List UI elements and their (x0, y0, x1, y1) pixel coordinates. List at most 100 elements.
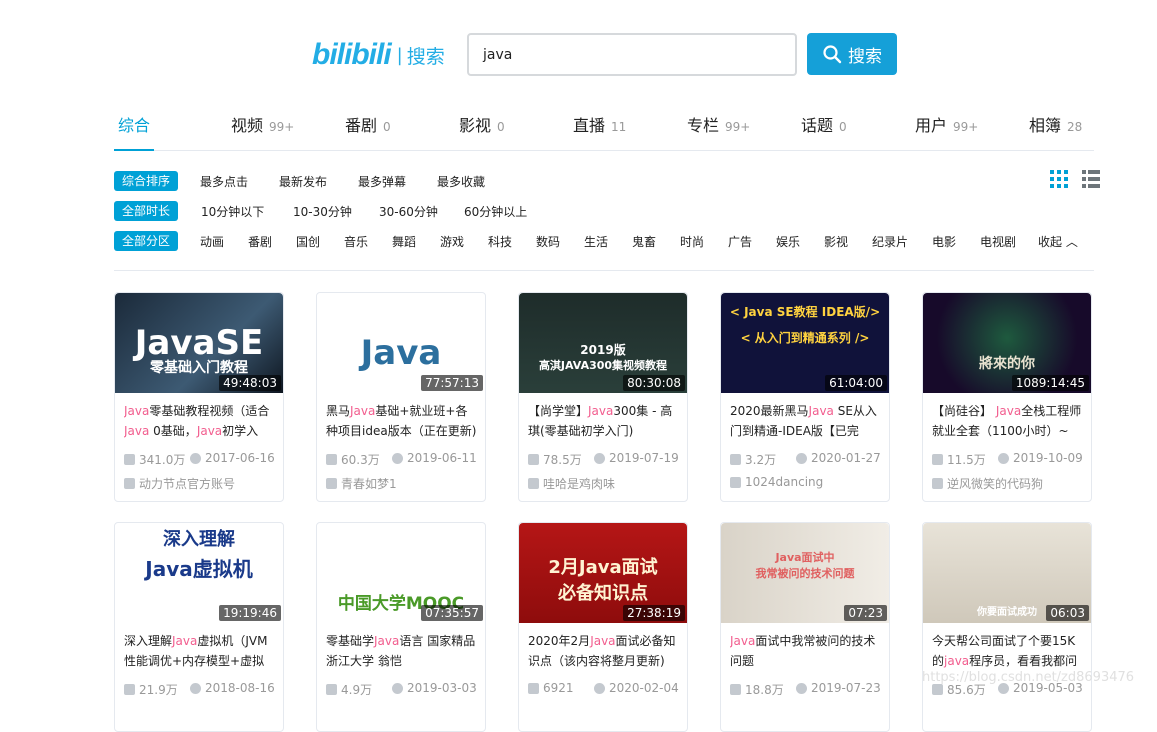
zone-option[interactable]: 生活 (584, 233, 608, 250)
zone-option[interactable]: 番剧 (248, 233, 272, 250)
zone-option[interactable]: 国创 (296, 233, 320, 250)
zone-option[interactable]: 科技 (488, 233, 512, 250)
uploader-name: 1024dancing (745, 475, 824, 489)
tab-topic[interactable]: 话题 0 (801, 112, 847, 136)
video-title[interactable]: 深入理解Java虚拟机（JVM性能调优+内存模型+虚拟机 (124, 631, 276, 671)
video-card[interactable]: 你要面试成功 06:03 今天帮公司面试了个要15K的java程序员，看看我都问 85… (922, 522, 1092, 732)
thumbnail-subcaption: 我常被问的技术问题 (755, 567, 855, 580)
upload-date: 2019-07-23 (796, 681, 881, 695)
tab-bangumi[interactable]: 番剧 0 (345, 112, 391, 136)
upload-date-value: 2020-01-27 (811, 451, 881, 465)
title-text: 零基础教程视频（适合 (149, 404, 270, 418)
video-title[interactable]: 【尚硅谷】 Java全栈工程师 就业全套（1100小时）~ (932, 401, 1084, 441)
duration-option[interactable]: 60分钟以上 (464, 203, 527, 220)
video-thumbnail[interactable]: 中国大学MOOC 07:35:57 (317, 523, 485, 623)
result-type-tabs: 综合 视频 99+ 番剧 0 影视 0 直播 11 专栏 99+ 话题 0 用户 99+ 相簿… (114, 106, 1094, 151)
video-card[interactable]: < Java SE教程 IDEA版/> < 从入门到精通系列 /> 61:04:00… (720, 292, 890, 502)
user-icon (730, 476, 741, 488)
zone-option[interactable]: 纪录片 (872, 233, 908, 250)
video-thumbnail[interactable]: Java面试中 我常被问的技术问题 07:23 (721, 523, 889, 623)
zone-option[interactable]: 舞蹈 (392, 233, 416, 250)
tab-album[interactable]: 相簿 28 (1029, 112, 1082, 136)
tab-video[interactable]: 视频 99+ (231, 112, 294, 136)
zone-option[interactable]: 游戏 (440, 233, 464, 250)
zone-collapse-toggle[interactable]: 收起 ︿ (1038, 233, 1078, 250)
list-view-icon[interactable] (1082, 170, 1100, 188)
zone-option[interactable]: 时尚 (680, 233, 704, 250)
zone-option[interactable]: 影视 (824, 233, 848, 250)
zone-filter-active[interactable]: 全部分区 (114, 231, 179, 251)
video-title[interactable]: 【尚学堂】Java300集 - 高琪(零基础初学入门) (528, 401, 680, 441)
zone-option[interactable]: 广告 (728, 233, 752, 250)
duration-option[interactable]: 30-60分钟 (379, 203, 438, 220)
video-title[interactable]: 零基础学Java语言 国家精品 浙江大学 翁恺 (326, 631, 478, 671)
duration-option[interactable]: 10分钟以下 (201, 203, 264, 220)
search-button[interactable]: 搜索 (807, 33, 897, 75)
play-count: 341.0万 (124, 451, 185, 468)
zone-option[interactable]: 音乐 (344, 233, 368, 250)
video-title[interactable]: Java零基础教程视频（适合Java 0基础，Java初学入 (124, 401, 276, 441)
uploader[interactable]: 逆风微笑的代码狗 (932, 475, 1043, 492)
tab-article[interactable]: 专栏 99+ (687, 112, 750, 136)
play-count: 4.9万 (326, 681, 372, 698)
video-thumbnail[interactable]: 將來的你 1089:14:45 (923, 293, 1091, 393)
video-title[interactable]: 2020最新黑马Java SE从入门到精通-IDEA版【已完 (730, 401, 882, 441)
keyword-highlight: Java (808, 404, 834, 418)
zone-option[interactable]: 娱乐 (776, 233, 800, 250)
zone-option[interactable]: 鬼畜 (632, 233, 656, 250)
play-count: 6921 (528, 681, 574, 695)
video-card[interactable]: 2月Java面试 必备知识点 27:38:19 2020年2月Java面试必备知识点（… (518, 522, 688, 732)
play-count-value: 4.9万 (341, 683, 373, 697)
video-title[interactable]: 2020年2月Java面试必备知识点（该内容将整月更新) (528, 631, 680, 671)
video-title[interactable]: Java面试中我常被问的技术问题 (730, 631, 882, 671)
video-thumbnail[interactable]: 2019版 高淇JAVA300集视频教程 80:30:08 (519, 293, 687, 393)
duration-filter-active[interactable]: 全部时长 (114, 201, 179, 221)
bilibili-logo[interactable]: bilibili | 搜索 (312, 38, 445, 72)
play-count-value: 3.2万 (745, 453, 777, 467)
upload-date: 2020-02-04 (594, 681, 679, 695)
uploader[interactable]: 青春如梦1 (326, 475, 397, 492)
zone-option[interactable]: 数码 (536, 233, 560, 250)
search-input[interactable]: java (467, 33, 797, 76)
video-title[interactable]: 黑马Java基础+就业班+各种项目idea版本（正在更新) (326, 401, 478, 441)
uploader[interactable]: 哇哈是鸡肉味 (528, 475, 615, 492)
zone-option[interactable]: 电影 (932, 233, 956, 250)
video-card[interactable]: 2019版 高淇JAVA300集视频教程 80:30:08 【尚学堂】Java300集… (518, 292, 688, 502)
video-card[interactable]: 將來的你 1089:14:45 【尚硅谷】 Java全栈工程师 就业全套（1100小… (922, 292, 1092, 502)
order-option[interactable]: 最多点击 (200, 173, 248, 190)
duration-option[interactable]: 10-30分钟 (293, 203, 352, 220)
upload-date-value: 2019-03-03 (407, 681, 477, 695)
video-card[interactable]: Java 77:57:13 黑马Java基础+就业班+各种项目idea版本（正在更新… (316, 292, 486, 502)
tab-count: 28 (1067, 120, 1083, 134)
play-count-value: 21.9万 (139, 683, 178, 697)
order-option[interactable]: 最新发布 (279, 173, 327, 190)
logo-mark: bilibili (312, 38, 392, 71)
play-count-value: 6921 (543, 681, 574, 695)
order-filter-active[interactable]: 综合排序 (114, 171, 179, 191)
video-thumbnail[interactable]: 你要面试成功 06:03 (923, 523, 1091, 623)
keyword-highlight: Java (730, 634, 756, 648)
video-thumbnail[interactable]: Java 77:57:13 (317, 293, 485, 393)
uploader[interactable]: 1024dancing (730, 475, 823, 489)
grid-view-icon[interactable] (1050, 170, 1068, 188)
video-card[interactable]: JavaSE 零基础入门教程 49:48:03 Java零基础教程视频（适合Java … (114, 292, 284, 502)
uploader[interactable]: 动力节点官方账号 (124, 475, 235, 492)
video-card[interactable]: 深入理解 Java虚拟机 19:19:46 深入理解Java虚拟机（JVM性能调优+内… (114, 522, 284, 732)
video-card[interactable]: Java面试中 我常被问的技术问题 07:23 Java面试中我常被问的技术问题 18.… (720, 522, 890, 732)
video-thumbnail[interactable]: JavaSE 零基础入门教程 49:48:03 (115, 293, 283, 393)
video-thumbnail[interactable]: 2月Java面试 必备知识点 27:38:19 (519, 523, 687, 623)
zone-option[interactable]: 电视剧 (980, 233, 1016, 250)
video-thumbnail[interactable]: < Java SE教程 IDEA版/> < 从入门到精通系列 /> 61:04:00 (721, 293, 889, 393)
video-thumbnail[interactable]: 深入理解 Java虚拟机 19:19:46 (115, 523, 283, 623)
order-option[interactable]: 最多弹幕 (358, 173, 406, 190)
tab-user[interactable]: 用户 99+ (915, 112, 978, 136)
zone-option[interactable]: 动画 (200, 233, 224, 250)
video-title[interactable]: 今天帮公司面试了个要15K的java程序员，看看我都问 (932, 631, 1084, 671)
tab-all[interactable]: 综合 (118, 112, 150, 136)
tab-live[interactable]: 直播 11 (573, 112, 626, 136)
video-card[interactable]: 中国大学MOOC 07:35:57 零基础学Java语言 国家精品 浙江大学 翁恺 4… (316, 522, 486, 732)
tab-label: 话题 (801, 116, 834, 135)
order-option[interactable]: 最多收藏 (437, 173, 485, 190)
tab-movie[interactable]: 影视 0 (459, 112, 505, 136)
video-duration: 07:23 (844, 605, 887, 621)
